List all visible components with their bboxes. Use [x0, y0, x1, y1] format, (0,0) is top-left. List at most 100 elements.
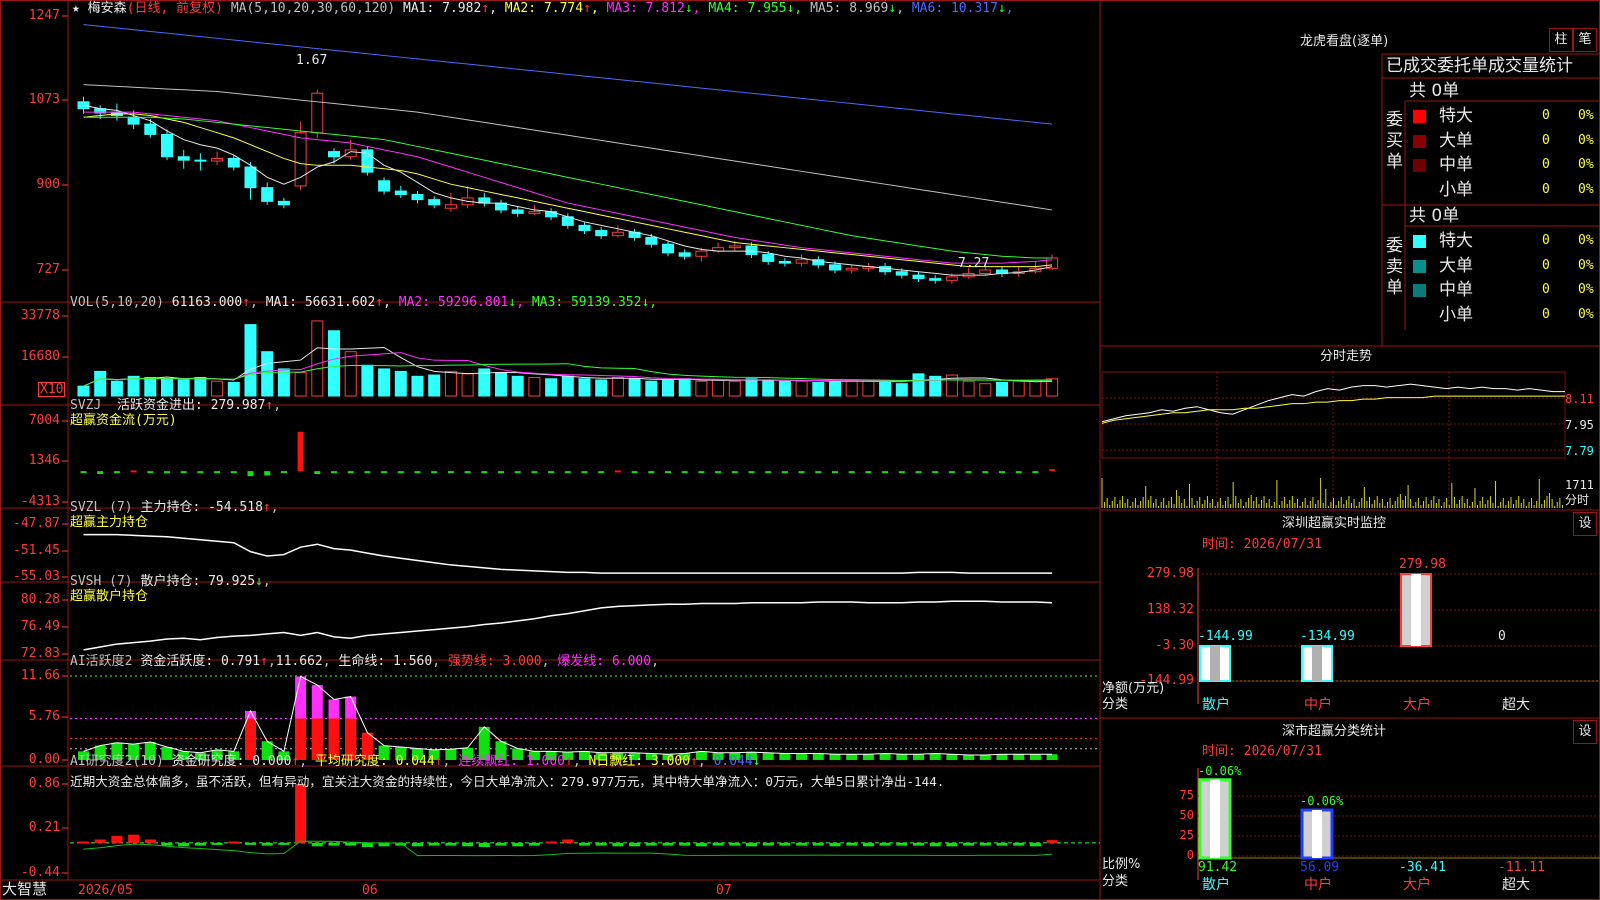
svzj-bar	[898, 471, 905, 474]
ai2-bar	[545, 841, 557, 844]
ai2-bar	[996, 842, 1008, 846]
ai2-header: AI研究度2(10) 资金研究度: 0.000↑, 平均研究度: 0.044↑,…	[70, 754, 761, 769]
date-axis-3: 07	[716, 883, 732, 898]
candle	[294, 132, 307, 187]
sell-side-label: 委卖单	[1386, 236, 1403, 298]
svzl-header: SVZL (7) 主力持仓: -54.518↑,	[70, 500, 279, 515]
volume-bar	[678, 378, 691, 397]
size-swatch	[1413, 159, 1426, 172]
ai1-bar	[1046, 754, 1058, 760]
svzj-bar	[314, 471, 321, 474]
cls-top-label: -0.06%	[1300, 794, 1344, 808]
svzj-bar	[581, 471, 588, 474]
sz-settings-button[interactable]: 设	[1573, 512, 1597, 536]
ai2-bar	[963, 842, 975, 846]
ai2-bar	[512, 842, 524, 847]
volume-bar	[578, 378, 591, 397]
svzl-axis-label: -51.45	[13, 543, 60, 558]
svzj-bar	[915, 471, 922, 474]
candle	[762, 254, 775, 262]
ai2-bar	[595, 842, 607, 846]
volume-bar	[277, 368, 290, 397]
ai1-bar	[1013, 754, 1025, 760]
volume-bar	[328, 330, 340, 397]
size-swatch	[1413, 284, 1426, 297]
lhb-title: 龙虎看盘(逐单)	[1300, 34, 1389, 49]
svzj-bar	[1015, 471, 1022, 474]
ai2-bar	[211, 842, 223, 845]
ai2-bar	[645, 842, 657, 846]
vol-legend-item: MA3: 59139.352↓,	[531, 295, 658, 310]
svzl-line	[83, 533, 1053, 574]
chart-mode[interactable]: (日线, 前复权)	[127, 1, 223, 16]
svsh-axis-label: 76.49	[20, 619, 60, 634]
volume-bar	[962, 380, 975, 397]
order-pct: 0%	[1578, 108, 1594, 123]
ai2-bar	[562, 839, 574, 843]
svzj-bar	[665, 471, 671, 474]
sz-value-label: -144.99	[1198, 629, 1253, 644]
svzj-bar	[815, 471, 822, 474]
ai2-bar	[178, 842, 190, 847]
svzj-bar	[197, 471, 204, 474]
volume-bars	[77, 320, 1059, 397]
ma-line-MA5	[83, 84, 1053, 211]
svzj-bar	[1032, 471, 1039, 474]
svsh-axis-label: 72.83	[20, 646, 60, 661]
volume-bar	[77, 385, 90, 397]
order-size-label: 小单	[1439, 179, 1473, 200]
svzj-bar	[397, 471, 404, 474]
svzl-sub: 超赢主力持仓	[70, 515, 149, 530]
ai2-bar	[111, 836, 123, 843]
order-pct: 0%	[1578, 282, 1594, 297]
ai1-bar	[829, 754, 841, 760]
cls-settings-button[interactable]: 设	[1573, 720, 1597, 744]
sz-cat-label: 散户	[1202, 697, 1230, 713]
volume-bar	[979, 383, 992, 397]
candles	[77, 89, 1059, 284]
cls-axis-title: 比例%	[1102, 857, 1141, 872]
volume-bar	[728, 380, 741, 397]
ai1-axis-label: 0.00	[28, 752, 60, 767]
volume-bar	[1012, 380, 1025, 397]
volume-bar	[545, 378, 558, 397]
candle	[662, 243, 674, 254]
svzj-bar	[865, 471, 872, 474]
ai2-comment: 近期大资金总体偏多，虽不活跃，但有异动，宜关注大资金的持续性，今日大单净流入：2…	[70, 774, 945, 789]
candle	[211, 157, 224, 162]
ma-legend-item: MA1: 7.982↑,	[403, 1, 505, 16]
volume-bar	[528, 377, 541, 397]
column-mode-button[interactable]: 柱	[1549, 28, 1573, 52]
ai2-bar	[612, 842, 624, 847]
low-mark: 7.27	[958, 256, 990, 271]
cls-bar-highlight	[1312, 809, 1322, 858]
ai1-bar	[879, 753, 891, 760]
sz-title: 深圳超赢实时监控	[1282, 516, 1387, 531]
brand-logo[interactable]: 大智慧	[2, 882, 47, 897]
ai2-bar	[311, 842, 323, 847]
svsh-axis-label: 80.28	[20, 592, 60, 607]
candle	[895, 271, 908, 276]
candle	[311, 92, 324, 134]
volume-bar	[378, 368, 391, 397]
ai2-axis-label: -0.44	[20, 865, 60, 880]
volume-bar	[762, 379, 775, 397]
order-pct: 0%	[1578, 157, 1594, 172]
ai1-bar	[1029, 754, 1041, 760]
candle	[194, 159, 207, 162]
svzj-bar	[381, 471, 388, 474]
ai2-bar	[862, 842, 874, 847]
order-count: 0	[1542, 108, 1550, 123]
volume-bar	[261, 351, 274, 397]
volume-bar	[294, 372, 307, 397]
volume-bar	[461, 373, 474, 397]
candle	[678, 252, 691, 257]
stock-name[interactable]: 梅安森	[88, 1, 127, 16]
svsh-header: SVSH (7) 散户持仓: 79.925↓,	[70, 574, 271, 589]
tick-mode-button[interactable]: 笔	[1573, 28, 1597, 52]
cls-top-label: -0.06%	[1198, 764, 1242, 778]
intraday-axis-1: 8.11	[1565, 392, 1594, 406]
svzj-bar	[715, 471, 722, 474]
volume-bar	[495, 372, 507, 397]
sz-cat-label: 超大	[1502, 697, 1530, 713]
